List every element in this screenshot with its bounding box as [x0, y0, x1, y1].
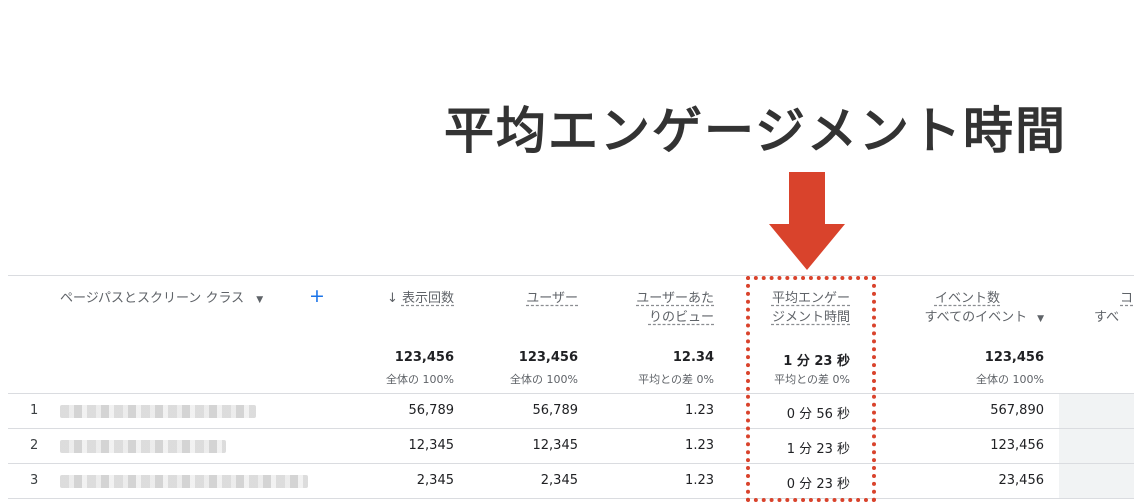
col-header-views-per-user-line2: りのビュー [648, 310, 714, 325]
table-row[interactable]: 1 56,789 56,789 1.23 0 分 56 秒 567,890 [8, 394, 1134, 428]
row-number: 1 [30, 403, 39, 418]
total-events-sub: 全体の 100% [976, 373, 1044, 386]
total-views-sub: 全体の 100% [386, 373, 454, 386]
cell-views: 56,789 [408, 403, 455, 418]
row-number: 2 [30, 438, 39, 453]
cell-avg-engagement: 0 分 23 秒 [786, 477, 850, 492]
cell-avg-engagement: 1 分 23 秒 [786, 442, 850, 457]
cell-views-per-user: 1.23 [685, 403, 714, 418]
redacted-page-path [60, 405, 256, 418]
col-header-next-line2: すべ [1094, 310, 1120, 325]
annotation-headline: 平均エンゲージメント時間 [444, 102, 1067, 160]
col-header-next-line1: コ [1120, 291, 1134, 306]
col-header-avg-engagement-line2: ジメント時間 [771, 310, 850, 325]
sort-arrow-icon: ↓ [386, 291, 398, 306]
cell-users: 56,789 [532, 403, 579, 418]
col-header-views-per-user[interactable]: ユーザーあた りのビュー [608, 289, 714, 327]
total-views-per-user-sub: 平均との差 0% [638, 373, 714, 386]
col-header-views-per-user-line1: ユーザーあた [636, 291, 714, 306]
chevron-down-icon[interactable]: ▼ [256, 295, 263, 305]
total-views: 123,456 [394, 350, 454, 365]
cell-views: 12,345 [408, 438, 455, 453]
total-events: 123,456 [984, 350, 1044, 365]
row-number: 3 [30, 473, 39, 488]
col-header-users-label: ユーザー [526, 291, 578, 306]
event-filter-label: すべてのイベント [924, 310, 1028, 325]
total-users-sub: 全体の 100% [510, 373, 578, 386]
total-views-per-user: 12.34 [672, 350, 714, 365]
cell-users: 2,345 [540, 473, 578, 488]
col-header-events[interactable]: イベント数 すべてのイベント ▼ [888, 289, 1045, 329]
chevron-down-icon[interactable]: ▼ [1037, 314, 1044, 324]
col-header-views-label: 表示回数 [401, 291, 454, 306]
cell-events: 123,456 [990, 438, 1044, 453]
col-header-avg-engagement[interactable]: 平均エンゲー ジメント時間 [748, 289, 850, 327]
total-users: 123,456 [518, 350, 578, 365]
col-header-avg-engagement-line1: 平均エンゲー [771, 291, 850, 306]
cell-views: 2,345 [416, 473, 454, 488]
cell-events: 23,456 [998, 473, 1045, 488]
redacted-page-path [60, 440, 226, 453]
report-table: ページパスとスクリーン クラス ▼ + ↓ 表示回数 ユーザー ユーザーあた りの… [8, 275, 1134, 500]
table-row[interactable]: 2 12,345 12,345 1.23 1 分 23 秒 123,456 [8, 429, 1134, 463]
add-dimension-button[interactable]: + [307, 285, 327, 307]
col-header-next-partial[interactable]: コ すべ [1094, 289, 1134, 327]
arrow-down-icon [769, 172, 845, 270]
col-header-events-line1: イベント数 [934, 291, 1000, 306]
total-avg-engagement: 1 分 23 秒 [783, 354, 850, 369]
dimension-header[interactable]: ページパスとスクリーン クラス ▼ [60, 289, 263, 310]
cell-users: 12,345 [532, 438, 579, 453]
cell-avg-engagement: 0 分 56 秒 [786, 407, 850, 422]
col-header-views[interactable]: ↓ 表示回数 [378, 289, 454, 308]
redacted-page-path [60, 475, 308, 488]
table-row[interactable]: 3 2,345 2,345 1.23 0 分 23 秒 23,456 [8, 464, 1134, 498]
total-avg-engagement-sub: 平均との差 0% [774, 373, 850, 386]
col-header-users[interactable]: ユーザー [478, 289, 578, 308]
cell-events: 567,890 [990, 403, 1044, 418]
dimension-label: ページパスとスクリーン クラス [60, 291, 245, 306]
cell-views-per-user: 1.23 [685, 438, 714, 453]
cell-views-per-user: 1.23 [685, 473, 714, 488]
